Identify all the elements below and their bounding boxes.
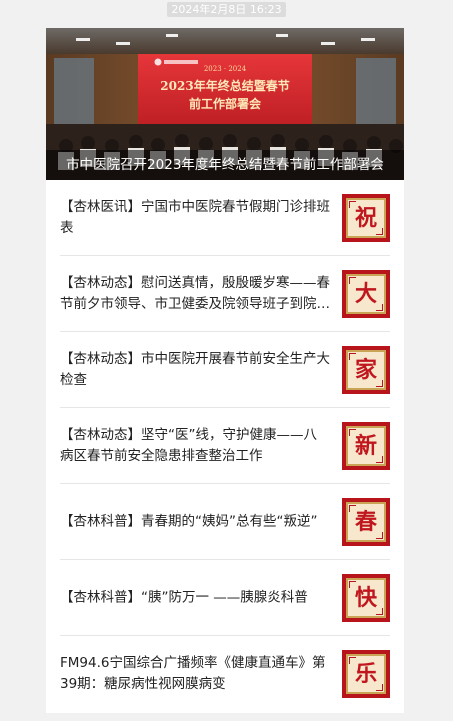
- list-item[interactable]: 【杏林动态】慰问送真情，殷殷暖岁寒——春节前夕市领导、市卫健委及院领导班子到院慰…: [60, 256, 390, 332]
- timestamp-bar: 2024年2月8日 16:23: [0, 0, 453, 20]
- list-item[interactable]: 【杏林科普】青春期的“姨妈”总有些“叛逆” 春: [60, 484, 390, 560]
- thumbnail-frame: 大: [346, 273, 386, 314]
- article-title[interactable]: FM94.6宁国综合广播频率《健康直通车》第39期：糖尿病性视网膜病变: [60, 653, 330, 695]
- article-thumbnail[interactable]: 祝: [342, 193, 390, 242]
- article-thumbnail[interactable]: 乐: [342, 650, 390, 698]
- thumbnail-char: 新: [354, 432, 377, 459]
- thumbnail-frame: 春: [346, 501, 386, 542]
- article-card: 2023 · 2024 2023年年终总结暨春节 前工作部署会 市中医院召开20…: [46, 28, 404, 713]
- thumbnail-frame: 乐: [346, 654, 386, 694]
- article-title[interactable]: 【杏林动态】市中医院开展春节前安全生产大检查: [60, 349, 330, 391]
- thumbnail-frame: 新: [346, 425, 386, 466]
- article-title[interactable]: 【杏林动态】慰问送真情，殷殷暖岁寒——春节前夕市领导、市卫健委及院领导班子到院慰…: [60, 273, 330, 315]
- thumbnail-char: 祝: [354, 204, 377, 231]
- thumbnail-frame: 家: [346, 349, 386, 390]
- article-thumbnail[interactable]: 家: [342, 345, 390, 394]
- hero-banner-line2: 前工作部署会: [188, 97, 261, 111]
- list-item[interactable]: FM94.6宁国综合广播频率《健康直通车》第39期：糖尿病性视网膜病变 乐: [60, 636, 390, 712]
- article-thumbnail[interactable]: 春: [342, 497, 390, 546]
- hero-article[interactable]: 2023 · 2024 2023年年终总结暨春节 前工作部署会 市中医院召开20…: [46, 28, 404, 180]
- article-title[interactable]: 【杏林科普】“胰”防万一 ——胰腺炎科普: [60, 587, 330, 608]
- thumbnail-char: 快: [354, 584, 377, 611]
- list-item[interactable]: 【杏林动态】坚守“医”线，守护健康——八病区春节前安全隐患排查整治工作 新: [60, 408, 390, 484]
- hero-caption[interactable]: 市中医院召开2023年度年终总结暨春节前工作部署会: [46, 150, 404, 180]
- message-timestamp: 2024年2月8日 16:23: [167, 2, 286, 17]
- thumbnail-char: 乐: [354, 661, 377, 687]
- thumbnail-char: 大: [354, 280, 377, 307]
- article-title[interactable]: 【杏林科普】青春期的“姨妈”总有些“叛逆”: [60, 511, 330, 532]
- article-thumbnail[interactable]: 快: [342, 573, 390, 622]
- article-thumbnail[interactable]: 大: [342, 269, 390, 318]
- thumbnail-frame: 祝: [346, 197, 386, 238]
- thumbnail-char: 春: [354, 508, 377, 535]
- hero-banner-tag: 2023 · 2024: [203, 65, 247, 73]
- article-title[interactable]: 【杏林动态】坚守“医”线，守护健康——八病区春节前安全隐患排查整治工作: [60, 425, 330, 467]
- article-thumbnail[interactable]: 新: [342, 421, 390, 470]
- hero-banner-text: 2023 · 2024 2023年年终总结暨春节 前工作部署会: [138, 65, 312, 113]
- list-item[interactable]: 【杏林动态】市中医院开展春节前安全生产大检查 家: [60, 332, 390, 408]
- thumbnail-char: 家: [354, 356, 377, 383]
- article-title[interactable]: 【杏林医讯】宁国市中医院春节假期门诊排班表: [60, 197, 330, 239]
- list-item[interactable]: 【杏林科普】“胰”防万一 ——胰腺炎科普 快: [60, 560, 390, 636]
- list-item[interactable]: 【杏林医讯】宁国市中医院春节假期门诊排班表 祝: [60, 180, 390, 256]
- article-list: 【杏林医讯】宁国市中医院春节假期门诊排班表 祝 【杏林动态】慰问送真情，殷殷暖岁…: [60, 180, 390, 712]
- thumbnail-frame: 快: [346, 577, 386, 618]
- hero-banner-line1: 2023年年终总结暨春节: [160, 79, 290, 93]
